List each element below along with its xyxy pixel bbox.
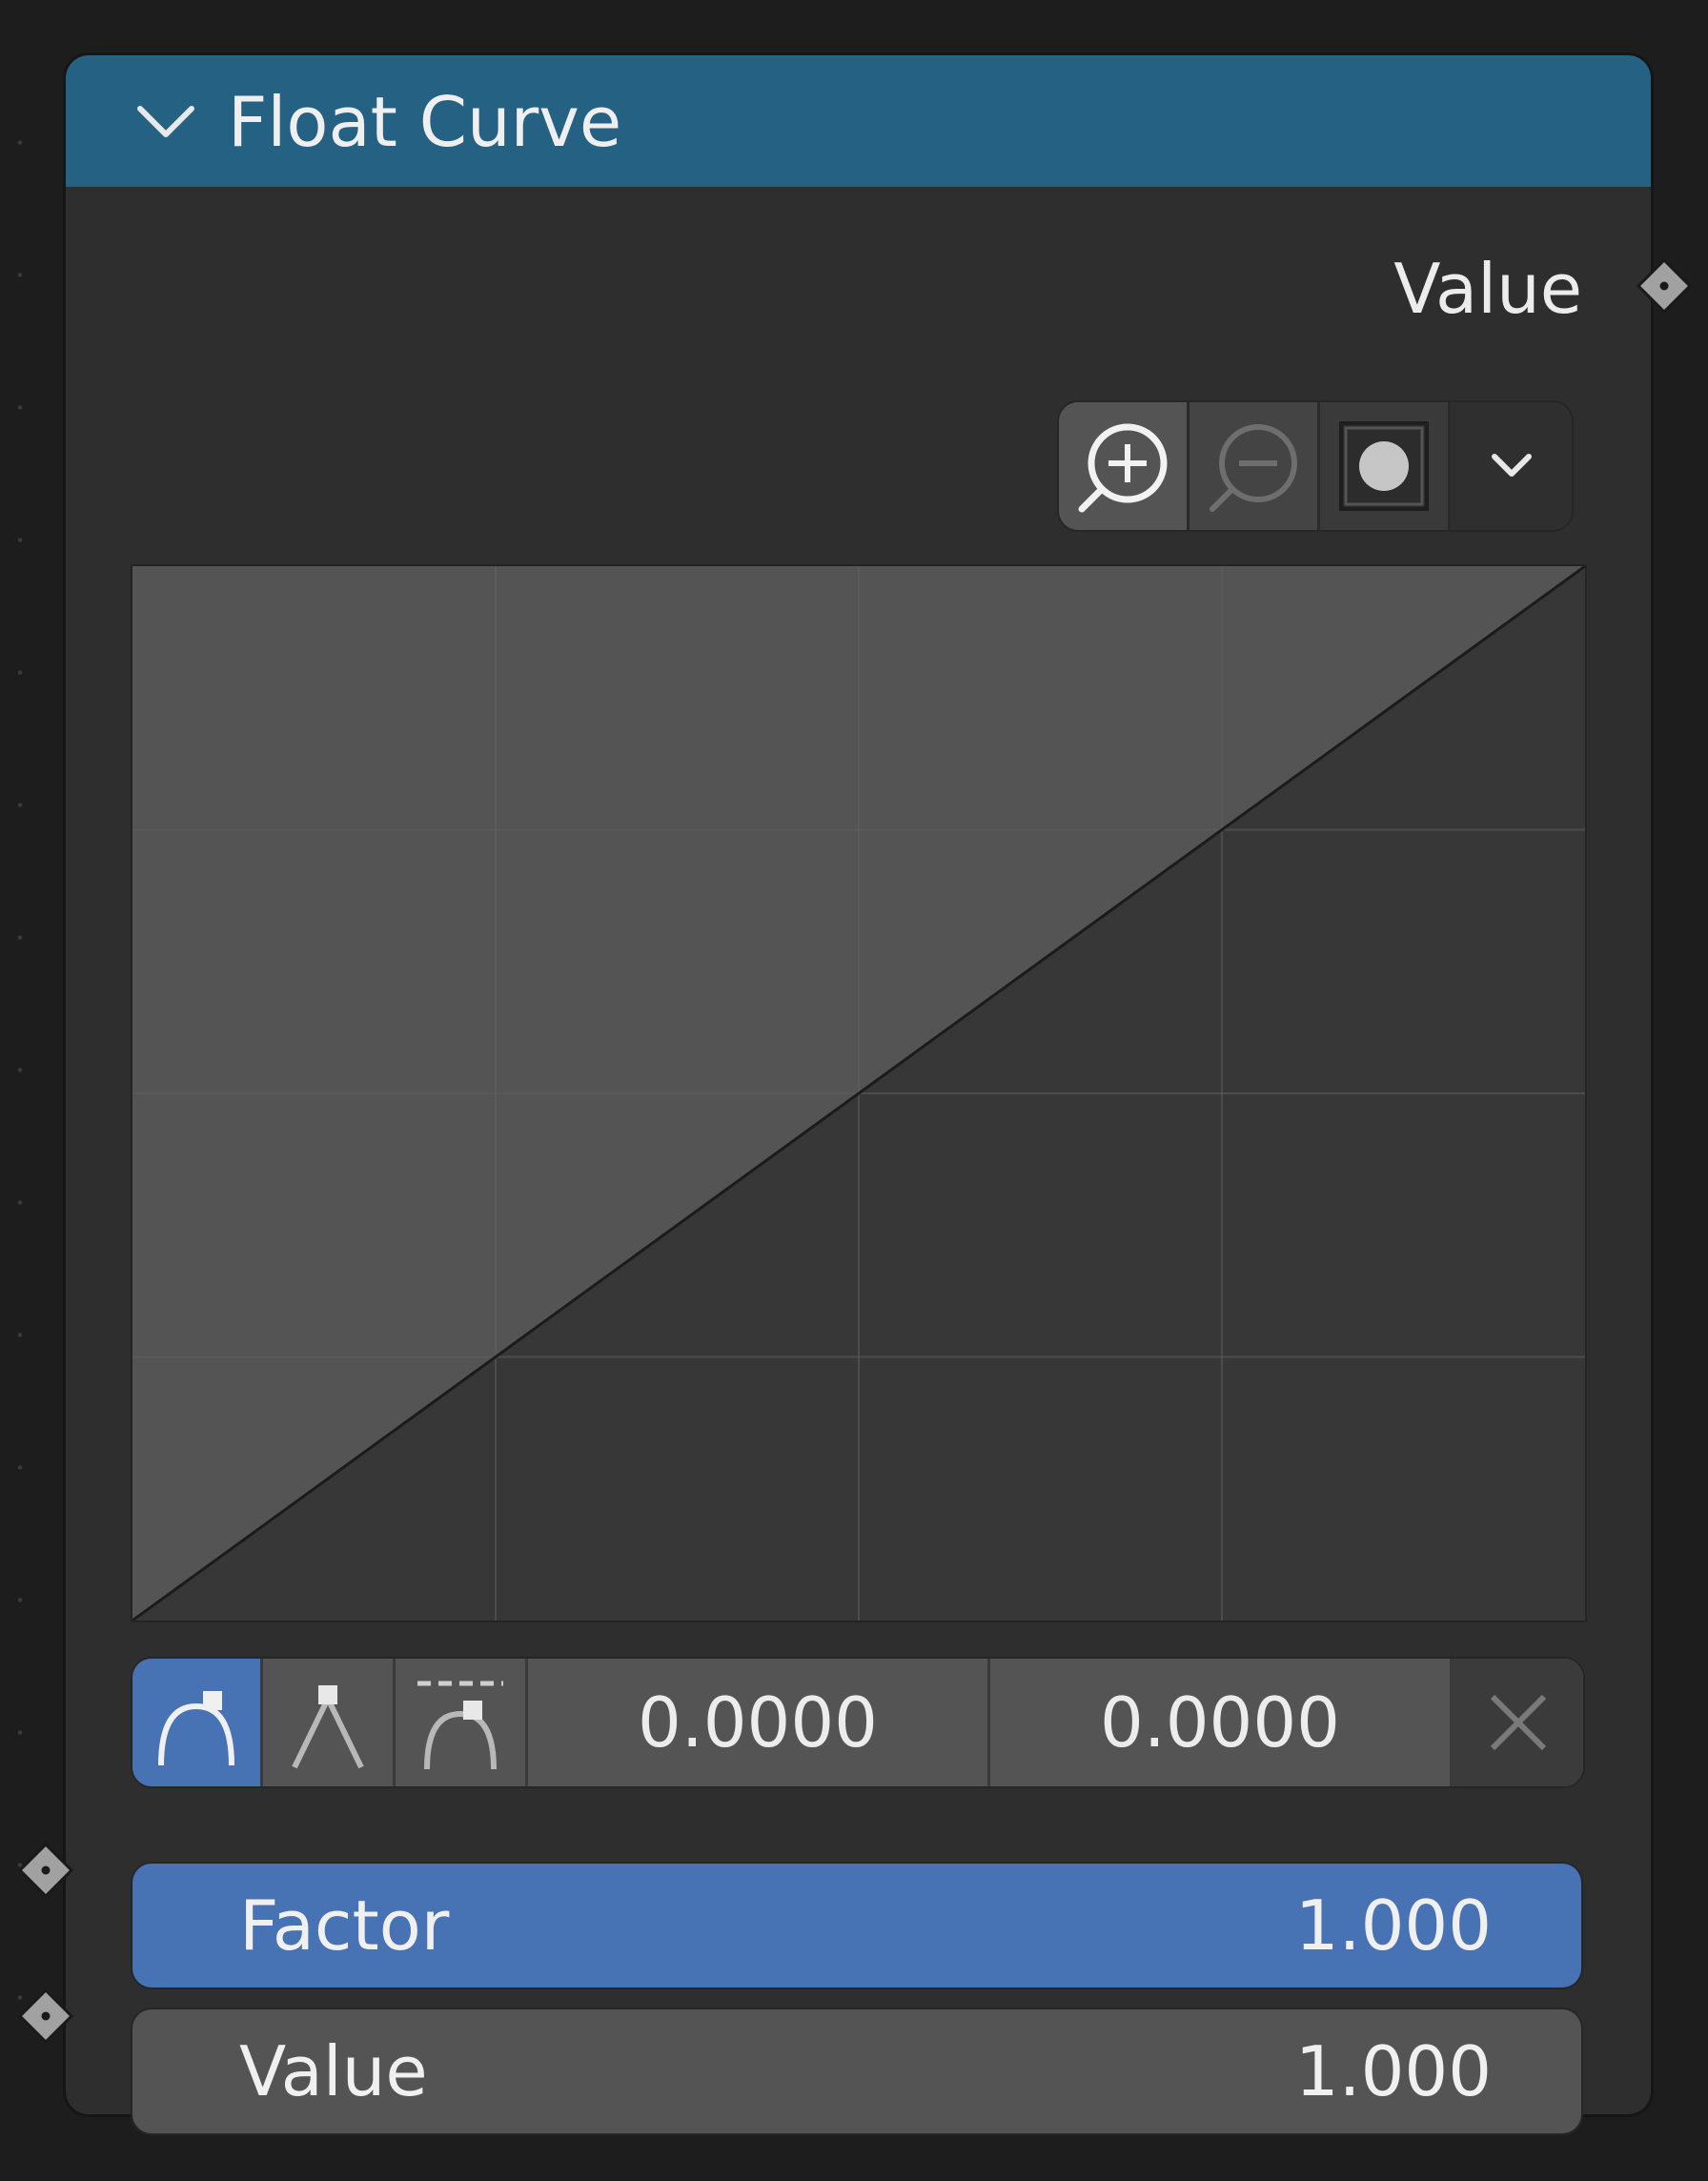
point-y-field[interactable]: 0.0000 <box>990 1659 1450 1786</box>
auto-clamped-handle-icon <box>417 1681 503 1770</box>
auto-handle-button[interactable] <box>132 1659 260 1786</box>
zoom-in-icon <box>1078 423 1168 513</box>
point-x-field[interactable]: 0.0000 <box>528 1659 987 1786</box>
curve-view-toolbar <box>1059 402 1572 530</box>
curve-options-dropdown[interactable] <box>1451 402 1572 530</box>
clipping-toggle-button[interactable] <box>1320 402 1448 530</box>
value-input-socket-icon[interactable] <box>18 1988 73 2044</box>
factor-label: Factor <box>239 1885 450 1966</box>
float-curve-node[interactable]: Float Curve Value 0.0000 0.0000 Factor 1… <box>18 55 1692 2133</box>
value-label: Value <box>239 2031 428 2111</box>
factor-value: 1.000 <box>1294 1885 1492 1966</box>
output-value-label: Value <box>1393 249 1582 329</box>
delete-point-button[interactable] <box>1453 1659 1583 1786</box>
vector-handle-icon <box>292 1685 364 1769</box>
curve-point-bar: 0.0000 0.0000 <box>132 1659 1583 1786</box>
chevron-down-icon <box>1491 454 1532 477</box>
factor-slider[interactable]: Factor 1.000 <box>132 1864 1581 1987</box>
close-icon <box>1490 1694 1546 1751</box>
background-grid-dots <box>16 76 24 2126</box>
auto-clamped-handle-button[interactable] <box>396 1659 525 1786</box>
vector-handle-button[interactable] <box>263 1659 393 1786</box>
clip-icon <box>1339 421 1429 511</box>
zoom-out-button[interactable] <box>1190 402 1317 530</box>
value-value: 1.000 <box>1294 2031 1492 2111</box>
auto-handle-icon <box>158 1691 234 1766</box>
factor-input-socket-icon[interactable] <box>18 1843 73 1898</box>
collapse-chevron-icon[interactable] <box>132 93 199 151</box>
zoom-out-icon <box>1210 424 1297 512</box>
zoom-in-button[interactable] <box>1059 402 1187 530</box>
node-title: Float Curve <box>228 82 622 162</box>
curve-graph[interactable] <box>132 566 1585 1620</box>
output-socket-icon[interactable] <box>1637 258 1692 314</box>
value-field[interactable]: Value 1.000 <box>132 2009 1581 2133</box>
node-header[interactable]: Float Curve <box>66 55 1651 187</box>
